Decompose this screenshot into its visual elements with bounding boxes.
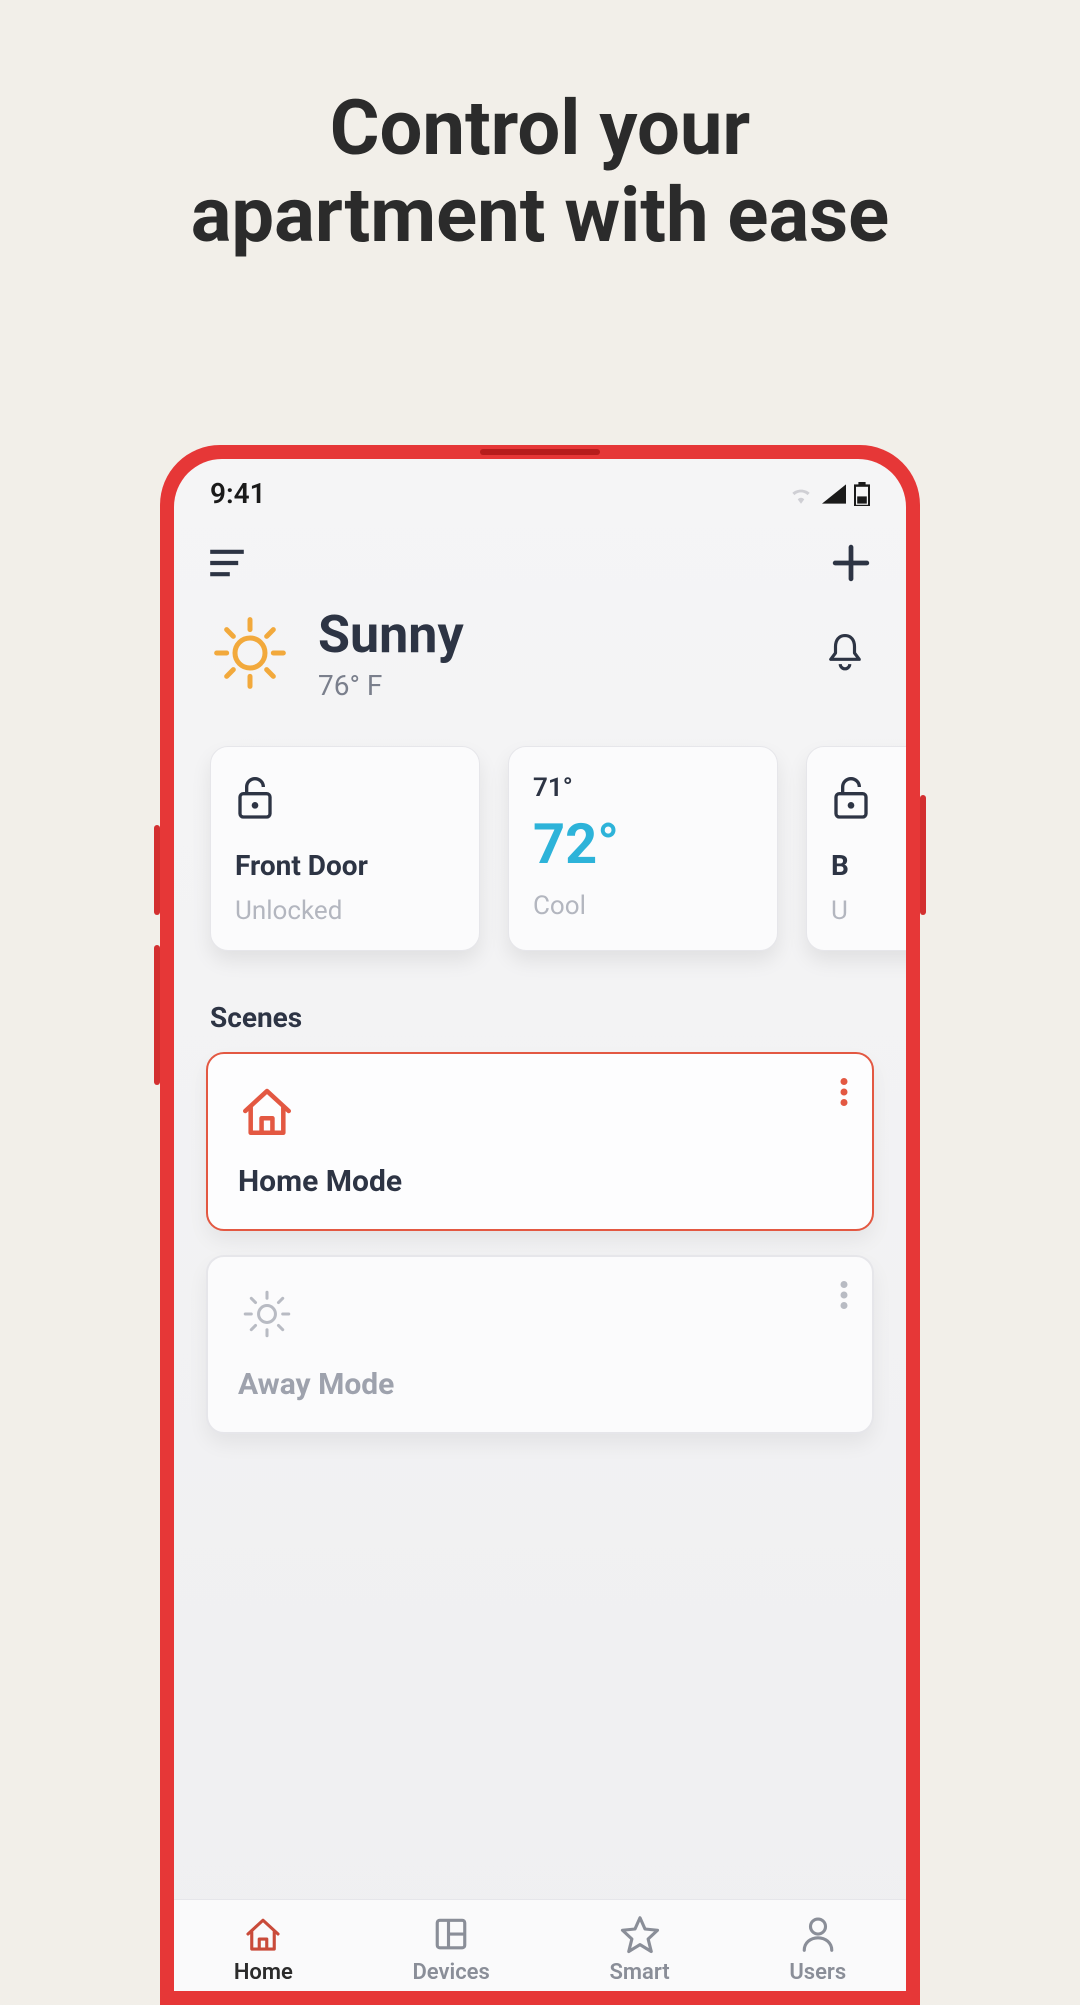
status-icons [788,482,870,506]
headline-line1: Control your [330,83,751,173]
plus-icon [832,544,870,582]
sun-outline-icon [238,1285,296,1343]
nav-home[interactable]: Home [234,1914,293,1985]
weather-summary: Sunny 76° F [174,592,906,726]
unlock-icon [831,773,871,821]
more-vertical-icon [840,1281,848,1309]
scene-more-button[interactable] [840,1078,848,1106]
weather-text: Sunny 76° F [318,604,464,702]
scene-name: Away Mode [238,1367,842,1402]
sun-icon [210,613,290,693]
nav-devices[interactable]: Devices [412,1914,489,1985]
marketing-headline: Control your apartment with ease [0,85,1080,260]
device-cards-row[interactable]: Front Door Unlocked 71° 72° Cool B U [174,726,906,981]
card-title: B [831,849,906,882]
unlock-icon [235,773,275,821]
headline-line2: apartment with ease [191,170,889,260]
wifi-icon [788,484,814,504]
card-subtitle: U [831,896,906,926]
nav-label: Home [234,1960,293,1985]
scenes-section-title: Scenes [174,981,906,1052]
device-card-partial[interactable]: B U [806,746,906,951]
app-header [174,520,906,592]
scene-card-home-mode[interactable]: Home Mode [206,1052,874,1231]
add-button[interactable] [832,544,870,582]
nav-label: Devices [412,1960,489,1985]
grid-icon [431,1914,471,1954]
menu-icon [210,549,244,577]
weather-condition: Sunny [318,604,464,665]
card-subtitle: Unlocked [235,896,455,926]
bottom-nav: Home Devices Smart Users [174,1899,906,1991]
app-screen: 9:41 [174,459,906,1991]
cellular-icon [822,484,846,504]
user-icon [798,1914,838,1954]
thermostat-current: 71° [533,773,753,803]
home-icon [243,1914,283,1954]
thermostat-setpoint: 72° [533,811,753,877]
menu-button[interactable] [210,549,244,577]
card-subtitle: Cool [533,891,753,921]
scene-name: Home Mode [238,1164,842,1199]
phone-frame: 9:41 [160,445,920,2005]
star-icon [620,1914,660,1954]
status-time: 9:41 [210,477,266,510]
phone-speaker [480,449,600,455]
scene-card-away-mode[interactable]: Away Mode [206,1255,874,1434]
status-bar: 9:41 [174,459,906,520]
nav-users[interactable]: Users [789,1914,846,1985]
nav-smart[interactable]: Smart [609,1914,669,1985]
notifications-button[interactable] [826,632,870,674]
battery-icon [854,482,870,506]
nav-label: Users [789,1960,846,1985]
device-card-thermostat[interactable]: 71° 72° Cool [508,746,778,951]
bell-icon [826,632,864,674]
scene-more-button[interactable] [840,1281,848,1309]
weather-temperature: 76° F [318,669,464,702]
nav-label: Smart [609,1960,669,1985]
device-card-front-door[interactable]: Front Door Unlocked [210,746,480,951]
card-title: Front Door [235,849,455,882]
phone-side-button [920,795,926,915]
home-icon [238,1082,296,1140]
more-vertical-icon [840,1078,848,1106]
